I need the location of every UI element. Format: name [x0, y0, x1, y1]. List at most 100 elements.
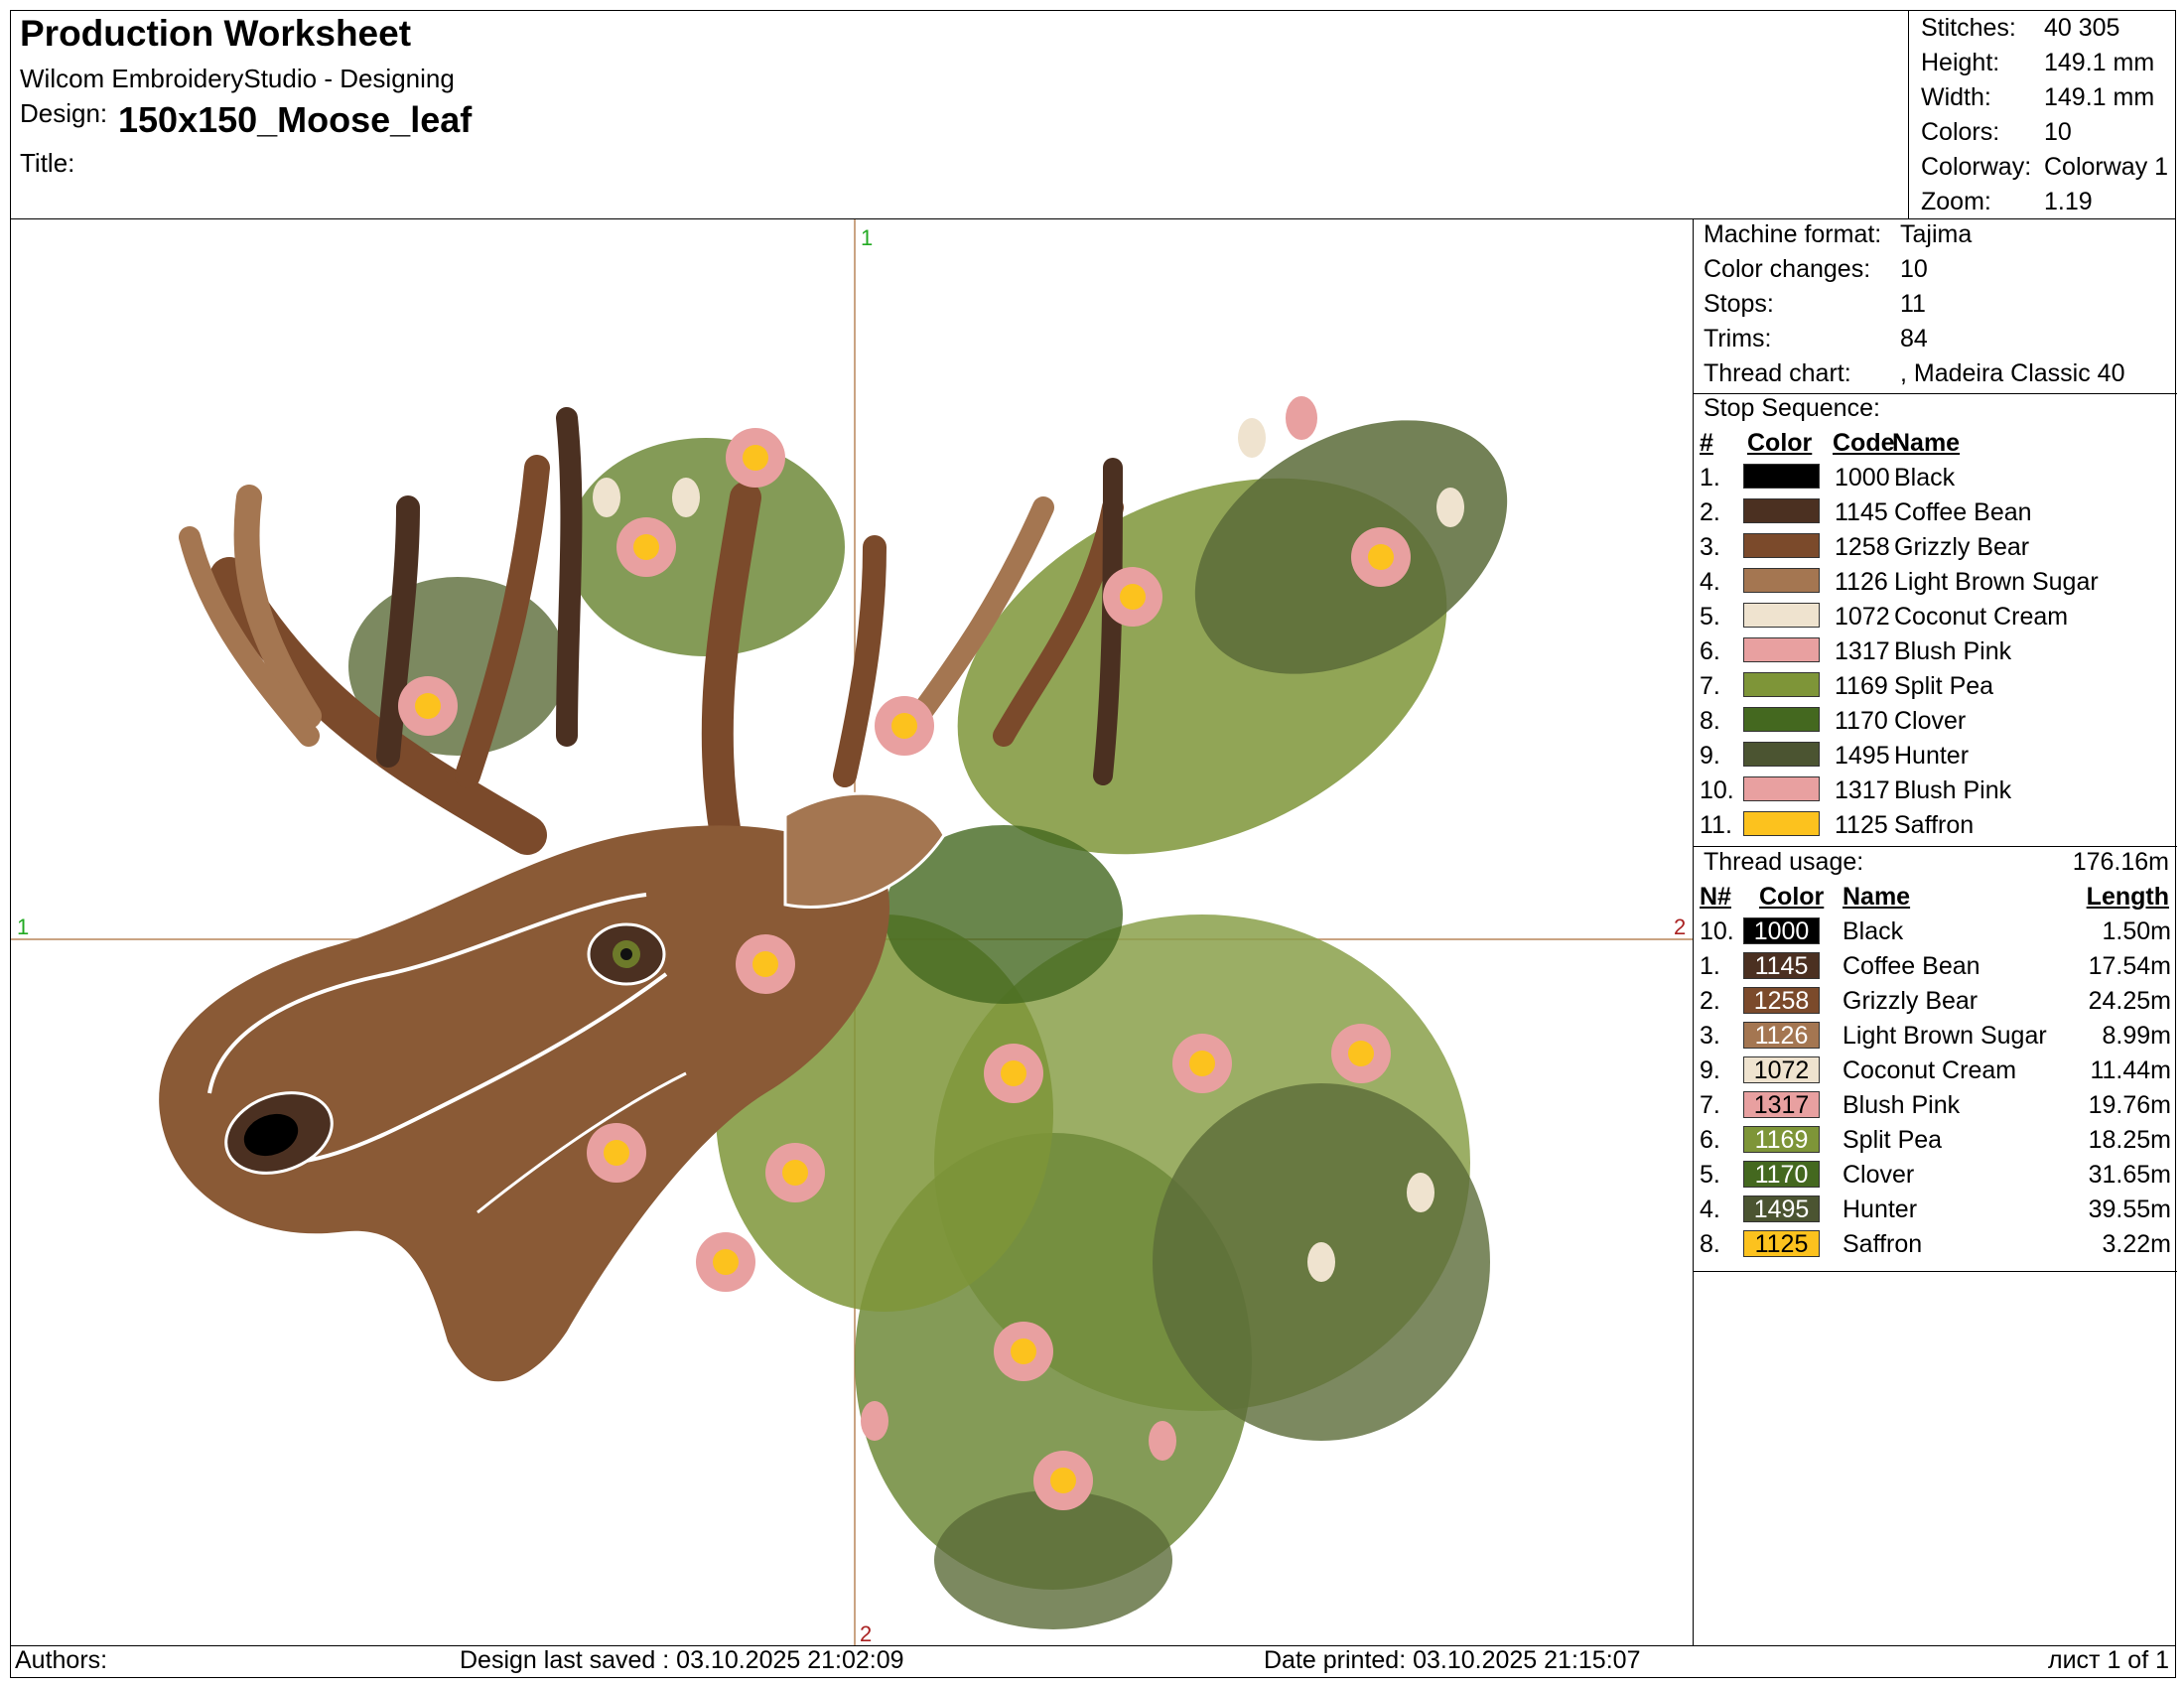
- page-number: лист 1 of 1: [2048, 1646, 2169, 1674]
- marker-bottom: 2: [860, 1621, 872, 1646]
- color-swatch: 1317: [1743, 1091, 1820, 1119]
- marker-left: 1: [17, 914, 29, 939]
- thread-name: Light Brown Sugar: [1843, 1022, 2047, 1050]
- color-swatch: 1126: [1743, 1022, 1820, 1050]
- stops: Stops: 11: [1704, 290, 1926, 318]
- thread-length: 31.65m: [2088, 1161, 2171, 1189]
- design-name: 150x150_Moose_leaf: [118, 99, 473, 140]
- thread-code: 1170: [1835, 707, 1888, 735]
- usage-number: 9.: [1700, 1056, 1720, 1084]
- thread-name: Split Pea: [1894, 672, 1994, 700]
- design-label: Design:: [20, 98, 108, 128]
- thread-code: 1000: [1835, 464, 1890, 492]
- stop-sequence-row: 10. 1317 Blush Pink: [1694, 776, 2177, 811]
- stop-number: 1.: [1700, 464, 1720, 492]
- title-label: Title:: [20, 148, 75, 178]
- usage-header-num: N#: [1700, 883, 1731, 911]
- thread-code: 1072: [1835, 603, 1890, 631]
- thread-length: 8.99m: [2102, 1022, 2171, 1050]
- thread-length: 19.76m: [2088, 1091, 2171, 1119]
- usage-header-name: Name: [1843, 883, 1911, 911]
- usage-number: 4.: [1700, 1196, 1720, 1223]
- color-swatch: [1743, 637, 1820, 662]
- thread-name: Blush Pink: [1894, 637, 2012, 665]
- color-swatch: [1743, 533, 1820, 558]
- stop-number: 8.: [1700, 707, 1720, 735]
- divider: [1694, 846, 2177, 847]
- thread-name: Light Brown Sugar: [1894, 568, 2099, 596]
- stop-sequence-row: 11. 1125 Saffron: [1694, 811, 2177, 846]
- thread-name: Saffron: [1843, 1230, 1923, 1258]
- thread-name: Coconut Cream: [1843, 1056, 2017, 1084]
- stop-number: 6.: [1700, 637, 1720, 665]
- color-swatch: 1000: [1743, 917, 1820, 945]
- thread-name: Clover: [1894, 707, 1967, 735]
- stop-sequence-row: 7. 1169 Split Pea: [1694, 672, 2177, 707]
- thread-usage-row: 8. 1125 Saffron 3.22m: [1694, 1230, 2177, 1265]
- color-swatch: 1169: [1743, 1126, 1820, 1154]
- worksheet-footer: Authors: Design last saved : 03.10.2025 …: [10, 1646, 2176, 1678]
- color-swatch: 1072: [1743, 1056, 1820, 1084]
- thread-usage-row: 10. 1000 Black 1.50m: [1694, 917, 2177, 952]
- thread-name: Blush Pink: [1894, 776, 2012, 804]
- date-printed: Date printed: 03.10.2025 21:15:07: [1264, 1646, 1641, 1674]
- thread-length: 24.25m: [2088, 987, 2171, 1015]
- stop-sequence-row: 1. 1000 Black: [1694, 464, 2177, 498]
- stop-sequence-row: 2. 1145 Coffee Bean: [1694, 498, 2177, 533]
- usage-header-length: Length: [2086, 883, 2169, 911]
- marker-top: 1: [861, 225, 873, 250]
- usage-header-color: Color: [1759, 883, 1825, 911]
- stop-sequence-title: Stop Sequence:: [1704, 394, 1880, 422]
- thread-code: 1126: [1835, 568, 1888, 596]
- design-preview: 1 1 2 2: [10, 219, 1693, 1646]
- thread-usage-title: Thread usage:: [1704, 848, 1864, 876]
- color-swatch: 1258: [1743, 987, 1820, 1015]
- thread-name: Saffron: [1894, 811, 1975, 839]
- stop-sequence-row: 5. 1072 Coconut Cream: [1694, 603, 2177, 637]
- worksheet-header: Production Worksheet Wilcom EmbroiderySt…: [10, 10, 1909, 219]
- stop-sequence-row: 8. 1170 Clover: [1694, 707, 2177, 742]
- thread-name: Coconut Cream: [1894, 603, 2069, 631]
- marker-right: 2: [1674, 914, 1686, 939]
- thread-code: 1317: [1835, 776, 1890, 804]
- stop-number: 10.: [1700, 776, 1734, 804]
- color-swatch: [1743, 568, 1820, 593]
- thread-name: Hunter: [1843, 1196, 1918, 1223]
- stop-sequence-row: 9. 1495 Hunter: [1694, 742, 2177, 776]
- thread-length: 3.22m: [2102, 1230, 2171, 1258]
- thread-usage-row: 1. 1145 Coffee Bean 17.54m: [1694, 952, 2177, 987]
- thread-code: 1125: [1835, 811, 1888, 839]
- stop-number: 3.: [1700, 533, 1720, 561]
- thread-length: 11.44m: [2090, 1056, 2171, 1084]
- page-title: Production Worksheet: [20, 13, 412, 54]
- color-swatch: [1743, 603, 1820, 628]
- thread-name: Coffee Bean: [1843, 952, 1980, 980]
- stop-sequence-row: 4. 1126 Light Brown Sugar: [1694, 568, 2177, 603]
- usage-number: 10.: [1700, 917, 1734, 945]
- usage-number: 2.: [1700, 987, 1720, 1015]
- stop-number: 11.: [1700, 811, 1732, 839]
- thread-name: Split Pea: [1843, 1126, 1943, 1154]
- color-swatch: [1743, 672, 1820, 697]
- color-changes: Color changes: 10: [1704, 255, 1928, 283]
- trims: Trims: 84: [1704, 325, 1928, 352]
- color-swatch: 1125: [1743, 1230, 1820, 1258]
- thread-usage-row: 7. 1317 Blush Pink 19.76m: [1694, 1091, 2177, 1126]
- color-swatch: [1743, 742, 1820, 767]
- color-swatch: [1743, 464, 1820, 489]
- thread-name: Grizzly Bear: [1894, 533, 2030, 561]
- thread-length: 1.50m: [2102, 917, 2171, 945]
- color-swatch: 1495: [1743, 1196, 1820, 1223]
- machine-format: Machine format: Tajima: [1704, 220, 1973, 248]
- usage-number: 1.: [1700, 952, 1720, 980]
- production-worksheet: Production Worksheet Wilcom EmbroiderySt…: [10, 10, 2177, 1678]
- stop-number: 9.: [1700, 742, 1720, 770]
- thread-name: Clover: [1843, 1161, 1915, 1189]
- color-swatch: [1743, 707, 1820, 732]
- stop-number: 7.: [1700, 672, 1720, 700]
- stop-seq-header-color: Color: [1747, 429, 1813, 457]
- embroidery-design-image: 1 1 2 2: [11, 219, 1693, 1646]
- usage-number: 8.: [1700, 1230, 1720, 1258]
- thread-code: 1258: [1835, 533, 1890, 561]
- stop-number: 5.: [1700, 603, 1720, 631]
